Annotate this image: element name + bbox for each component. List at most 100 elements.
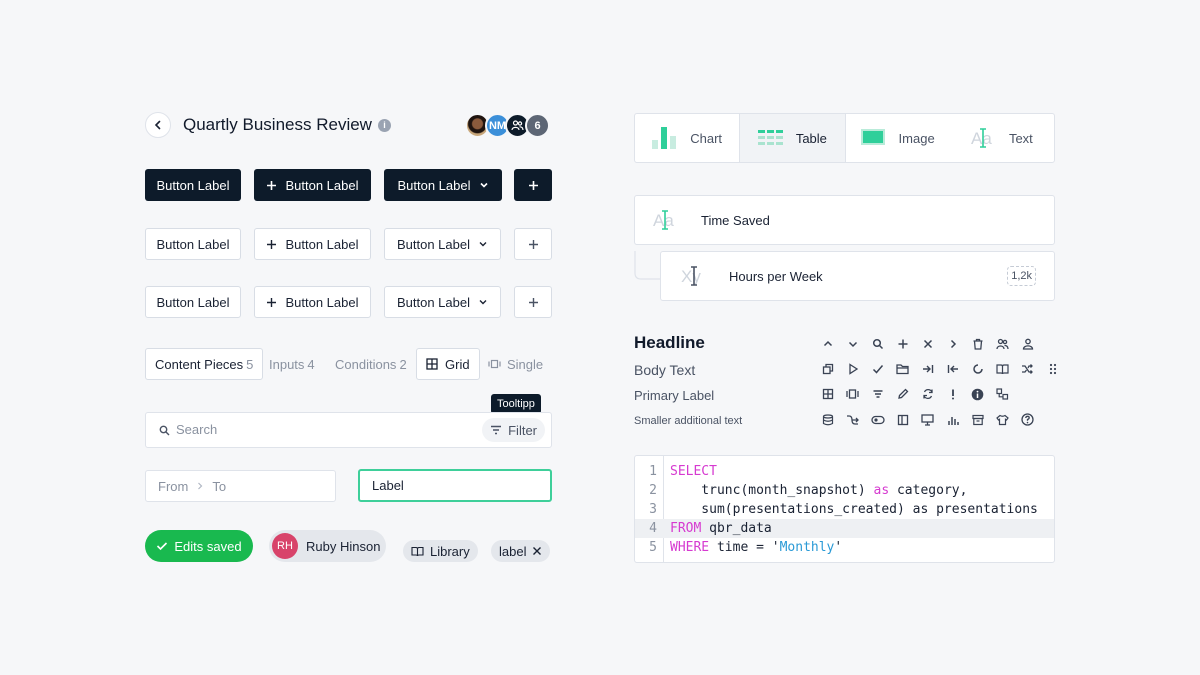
primary-icon-button[interactable] (514, 169, 552, 201)
pencil-icon[interactable] (890, 382, 915, 407)
refresh-icon[interactable] (915, 382, 940, 407)
code-line[interactable]: 4 FROM qbr_data (635, 519, 1054, 538)
plus-icon (267, 239, 277, 249)
close-icon[interactable] (915, 331, 940, 356)
metric-hours-per-week[interactable]: Xy Hours per Week 1,2k (660, 251, 1055, 301)
trash-icon[interactable] (965, 331, 990, 356)
tertiary-add-button[interactable]: Button Label (254, 286, 371, 318)
bar-chart-icon[interactable] (940, 407, 965, 432)
check-icon[interactable] (865, 356, 890, 381)
button-label: Button Label (156, 294, 230, 310)
status-label: Edits saved (174, 538, 242, 554)
code-line[interactable]: 5 WHERE time = 'Monthly' (635, 538, 1054, 557)
label-input-focused[interactable]: Label (358, 469, 552, 502)
alert-icon[interactable] (940, 382, 965, 407)
archive-icon[interactable] (965, 407, 990, 432)
user-icon[interactable] (1015, 331, 1040, 356)
play-icon[interactable] (840, 356, 865, 381)
secondary-icon-button[interactable] (514, 228, 552, 260)
library-chip[interactable]: Library (403, 540, 478, 562)
primary-dropdown-button[interactable]: Button Label (384, 169, 502, 201)
view-toggle-label: Single (507, 356, 544, 372)
svg-text:Aa: Aa (653, 211, 674, 230)
metric-label: Time Saved (701, 212, 770, 228)
filter-button[interactable]: Filter (482, 418, 545, 442)
copy-icon[interactable] (815, 356, 840, 381)
tertiary-button[interactable]: Button Label (145, 286, 241, 318)
collaborator-avatars[interactable]: NM 6 (465, 113, 550, 138)
icon-placeholder (1040, 382, 1065, 407)
arrow-right-to-line-icon[interactable] (915, 356, 940, 381)
tertiary-dropdown-button[interactable]: Button Label (384, 286, 501, 318)
button-label: Button Label (285, 177, 359, 193)
secondary-button[interactable]: Button Label (145, 228, 241, 260)
chip-label: label (499, 543, 527, 559)
loading-icon[interactable] (965, 356, 990, 381)
chevron-right-icon (198, 482, 203, 490)
filter-icon[interactable] (865, 382, 890, 407)
metric-time-saved[interactable]: Aa Time Saved (634, 195, 1055, 245)
type-table[interactable]: Table (739, 114, 846, 162)
type-label: Image (898, 130, 935, 146)
carousel-icon[interactable] (840, 382, 865, 407)
tab-inputs[interactable]: Inputs 4 (269, 348, 315, 380)
sql-token: sum(presentations_created) as presentati… (670, 502, 1038, 517)
chevron-down-icon[interactable] (840, 331, 865, 356)
user-chip[interactable]: RH Ruby Hinson (269, 530, 386, 562)
type-text[interactable]: Aa Text (950, 114, 1054, 162)
chevron-right-icon[interactable] (940, 331, 965, 356)
back-button[interactable] (145, 112, 171, 138)
info-icon[interactable]: i (377, 118, 391, 132)
line-number: 2 (649, 483, 657, 498)
tab-content-pieces[interactable]: Content Pieces 5 (145, 348, 264, 380)
branch-icon[interactable] (840, 407, 865, 432)
plus-icon[interactable] (890, 331, 915, 356)
drag-handle-icon[interactable] (1040, 356, 1065, 381)
line-number: 5 (649, 540, 657, 555)
search-input[interactable] (176, 422, 456, 437)
chip-label: Library (430, 543, 470, 559)
sidebar-icon[interactable] (890, 407, 915, 432)
search-icon[interactable] (865, 331, 890, 356)
check-icon (157, 542, 168, 551)
type-image[interactable]: Image (846, 114, 950, 162)
type-label: Table (795, 130, 827, 146)
close-icon[interactable] (532, 546, 542, 556)
sql-code-editor[interactable]: 1 SELECT 2 trunc(month_snapshot) as catego… (634, 455, 1055, 563)
code-line[interactable]: 1 SELECT (635, 462, 1054, 481)
secondary-add-button[interactable]: Button Label (254, 228, 371, 260)
primary-add-button[interactable]: Button Label (254, 169, 371, 201)
presentation-icon[interactable] (915, 407, 940, 432)
date-range-input[interactable]: From To (145, 470, 336, 502)
range-from: From (158, 478, 189, 494)
secondary-dropdown-button[interactable]: Button Label (384, 228, 501, 260)
avatar-more-count[interactable]: 6 (525, 113, 550, 138)
tab-label: Inputs (269, 356, 305, 372)
info-circle-icon[interactable] (965, 382, 990, 407)
grid-icon[interactable] (815, 382, 840, 407)
toggle-icon[interactable] (865, 407, 890, 432)
code-line[interactable]: 2 trunc(month_snapshot) as category, (635, 481, 1054, 500)
code-text: sum(presentations_created) as presentati… (663, 502, 1038, 517)
tertiary-icon-button[interactable] (514, 286, 552, 318)
arrow-left-to-line-icon[interactable] (940, 356, 965, 381)
code-line[interactable]: 3 sum(presentations_created) as presenta… (635, 500, 1054, 519)
icon-placeholder (1040, 331, 1065, 356)
tag-chip[interactable]: label (491, 540, 551, 562)
primary-button[interactable]: Button Label (145, 169, 241, 201)
nodes-icon[interactable] (990, 382, 1015, 407)
view-toggle-grid[interactable]: Grid (416, 348, 480, 380)
book-icon[interactable] (990, 356, 1015, 381)
type-chart[interactable]: Chart (635, 114, 739, 162)
chevron-up-icon[interactable] (815, 331, 840, 356)
view-toggle-single[interactable]: Single (488, 348, 543, 380)
tab-conditions[interactable]: Conditions 2 (335, 348, 407, 380)
help-icon[interactable] (1015, 407, 1040, 432)
database-icon[interactable] (815, 407, 840, 432)
shuffle-icon[interactable] (1015, 356, 1040, 381)
book-icon (411, 546, 424, 556)
folder-icon[interactable] (890, 356, 915, 381)
users-icon[interactable] (990, 331, 1015, 356)
content-type-selector: Chart Table Image Aa Text (634, 113, 1055, 163)
shirt-icon[interactable] (990, 407, 1015, 432)
